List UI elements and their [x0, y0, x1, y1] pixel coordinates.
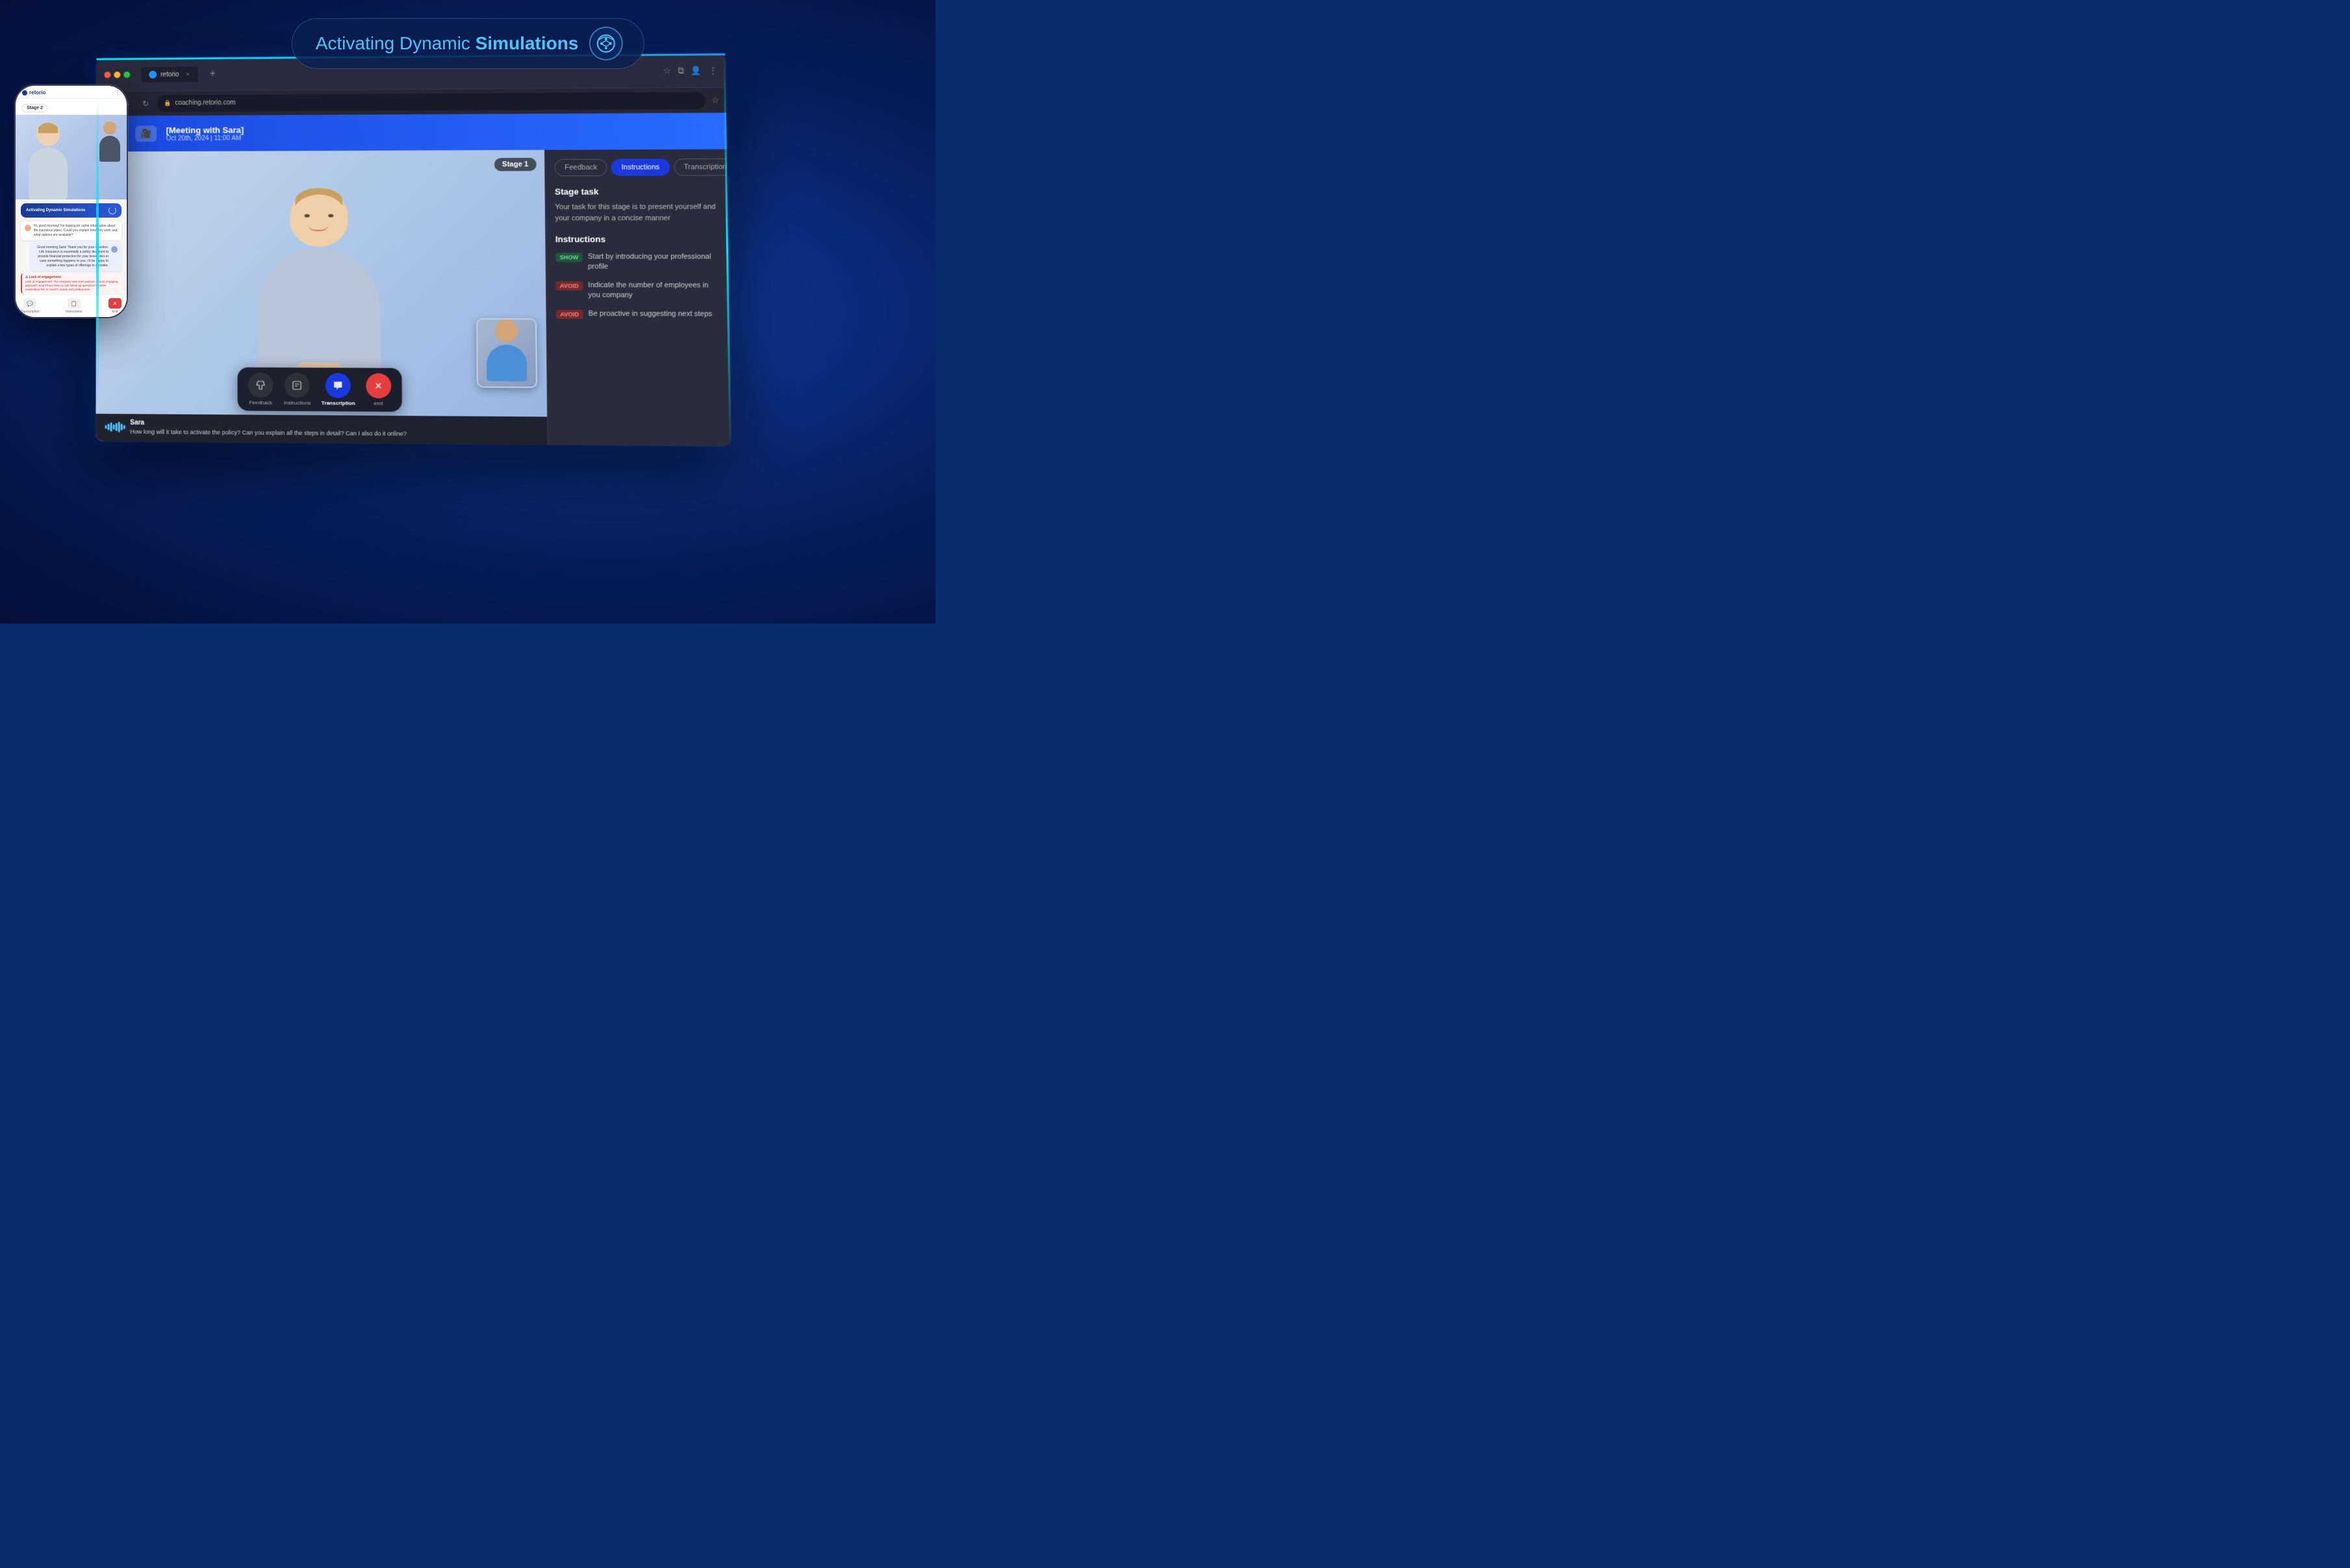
- bookmark-icon[interactable]: ☆: [663, 66, 671, 76]
- instructions-control-btn[interactable]: Instructions: [284, 373, 311, 406]
- transcription-control-btn[interactable]: Transcription: [322, 373, 355, 406]
- video-section: Stage 1: [96, 150, 547, 445]
- tab-instructions[interactable]: Instructions: [611, 158, 670, 176]
- feedback-control-btn[interactable]: Feedback: [248, 373, 274, 406]
- phone-mockup: retorio ⋮ Stage 2: [14, 84, 128, 318]
- phone-header: retorio ⋮: [16, 86, 127, 99]
- browser-mockup: retorio ✕ + ☆ ⧉ 👤 ⋮ ‹ › ↻ 🔒 c: [96, 57, 713, 440]
- simulations-icon: [589, 27, 622, 60]
- minimize-button[interactable]: [114, 71, 120, 78]
- close-button[interactable]: [104, 71, 110, 78]
- tab-favicon: [149, 71, 157, 79]
- lock-icon: 🔒: [164, 99, 171, 107]
- url-bar[interactable]: 🔒 coaching.retorio.com: [157, 92, 706, 112]
- tab-close-icon[interactable]: ✕: [186, 71, 191, 78]
- browser-toolbar: ‹ › ↻ 🔒 coaching.retorio.com ☆: [96, 88, 726, 116]
- menu-icon[interactable]: ⋮: [708, 65, 717, 75]
- tab-feedback[interactable]: Feedback: [554, 159, 607, 177]
- app-header: 🎥 [Meeting with Sara] Oct 20th, 2024 | 1…: [96, 113, 726, 152]
- app-body: Stage 1: [96, 149, 731, 446]
- panel-tabs: Feedback Instructions Transcription: [545, 149, 727, 177]
- phone-feedback-box: ⚠ Lack of engagement: Lack of engagement…: [21, 273, 121, 294]
- audio-waveform: [105, 422, 125, 433]
- instruction-item-1: SHOW Start by introducing your professio…: [556, 252, 719, 273]
- control-bar: Feedback Instructions: [237, 367, 402, 411]
- presenter-area: [258, 188, 381, 397]
- phone-footer: 💬 Transcription 📋 Instructions ✕ End: [16, 294, 127, 317]
- participant-thumbnail: [476, 318, 537, 388]
- stage-badge: Stage 1: [494, 158, 537, 171]
- instruction-item-2: AVOID Indicate the number of employees i…: [556, 281, 719, 301]
- instruction-item-3: AVOID Be proactive in suggesting next st…: [556, 309, 720, 319]
- show-badge: SHOW: [556, 253, 583, 262]
- phone-chat-area: Activating Dynamic Simulations Hi, good …: [16, 199, 127, 294]
- browser-left-glow: [96, 57, 99, 440]
- video-camera-icon: 🎥: [135, 125, 157, 142]
- profile-icon[interactable]: 👤: [691, 65, 702, 75]
- tab-transcription[interactable]: Transcription: [674, 158, 732, 176]
- phone-logo: retorio: [22, 90, 45, 95]
- transcription-content: Sara How long will it take to activate t…: [130, 420, 538, 440]
- phone-end-btn[interactable]: ✕ End: [109, 298, 121, 314]
- transcription-bar: Sara How long will it take to activate t…: [96, 414, 547, 444]
- phone-instructions-btn[interactable]: 📋 Instructions: [66, 298, 83, 314]
- right-panel: Feedback Instructions Transcription Stag…: [544, 149, 732, 446]
- avoid-badge-1: AVOID: [556, 281, 583, 290]
- meeting-info: [Meeting with Sara] Oct 20th, 2024 | 11:…: [166, 125, 244, 142]
- header-title-text: Activating Dynamic Simulations: [316, 33, 579, 54]
- avoid-badge-2: AVOID: [556, 309, 583, 318]
- extensions-icon[interactable]: ⧉: [678, 65, 684, 75]
- phone-stage-badge: Stage 2: [22, 104, 47, 112]
- phone-banner: Activating Dynamic Simulations: [21, 203, 121, 218]
- browser-tab[interactable]: retorio ✕: [140, 66, 199, 82]
- toolbar-icons: ☆: [711, 95, 719, 105]
- phone-transcription-btn[interactable]: 💬 Transcription: [21, 298, 40, 314]
- phone-chat-bubble-1: Hi, good morning! I'm looking for some i…: [21, 221, 121, 240]
- maximize-button[interactable]: [123, 71, 130, 78]
- new-tab-button[interactable]: +: [207, 68, 218, 80]
- toolbar-star-icon[interactable]: ☆: [711, 95, 719, 105]
- reload-button[interactable]: ↻: [139, 97, 152, 110]
- browser-traffic-lights: [104, 71, 130, 78]
- phone-chat-bubble-2: Good morning Sara! Thank you for your qu…: [31, 243, 121, 271]
- header-banner: Activating Dynamic Simulations: [292, 18, 645, 69]
- panel-content: Stage task Your task for this stage is t…: [545, 175, 731, 446]
- phone-video-area: [16, 115, 127, 199]
- end-control-btn[interactable]: ✕ end: [366, 373, 391, 407]
